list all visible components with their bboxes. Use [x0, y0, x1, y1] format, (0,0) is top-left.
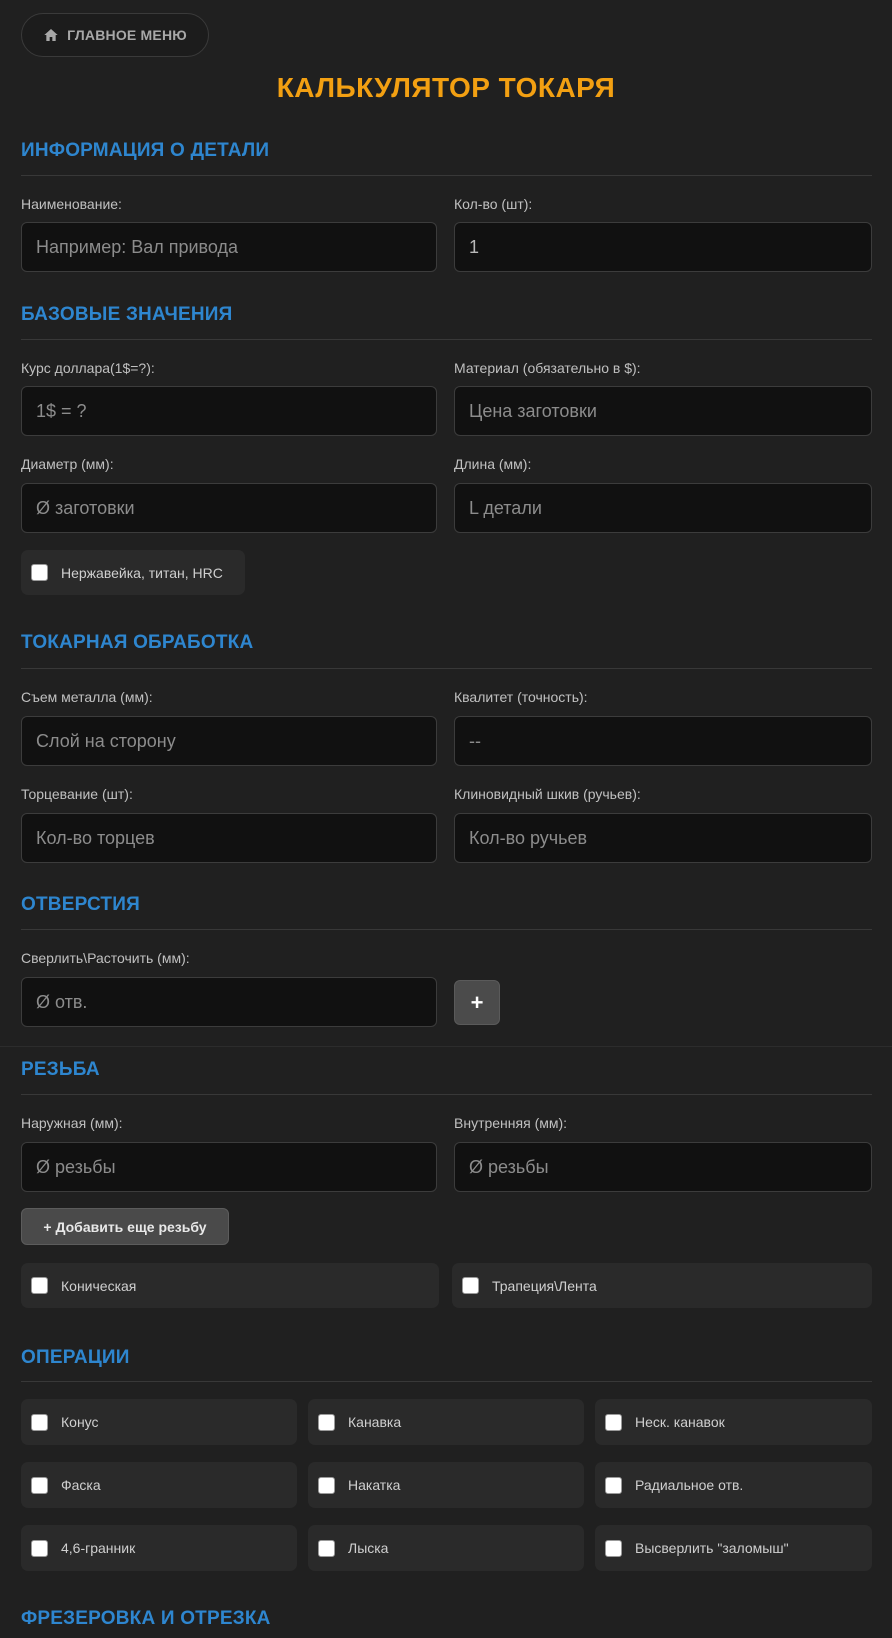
divider	[21, 929, 872, 930]
length-label: Длина (мм):	[454, 456, 532, 472]
inner-thread-input[interactable]	[454, 1142, 872, 1192]
checkbox-icon[interactable]	[605, 1539, 622, 1557]
operation-label: Конус	[61, 1414, 99, 1430]
operation-label: Накатка	[348, 1477, 401, 1493]
operation-label: Фаска	[61, 1477, 101, 1493]
diameter-input[interactable]	[21, 483, 437, 533]
drill-input[interactable]	[21, 977, 437, 1027]
qty-label: Кол-во (шт):	[454, 196, 533, 212]
operation-label: Лыска	[348, 1540, 389, 1556]
conical-thread-checkbox[interactable]: Коническая	[21, 1263, 439, 1308]
page-title: КАЛЬКУЛЯТОР ТОКАРЯ	[276, 72, 616, 103]
checkbox-icon[interactable]	[462, 1277, 479, 1294]
checkbox-icon[interactable]	[318, 1413, 335, 1431]
operation-checkbox[interactable]: Накатка	[308, 1462, 584, 1508]
operation-label: Канавка	[348, 1414, 402, 1430]
operation-checkbox[interactable]: Высверлить "заломыш"	[595, 1525, 872, 1571]
divider	[21, 175, 872, 176]
main-menu-button[interactable]: ГЛАВНОЕ МЕНЮ	[21, 13, 209, 57]
operation-checkbox[interactable]: Неск. канавок	[595, 1399, 872, 1445]
checkbox-icon[interactable]	[31, 1277, 48, 1294]
checkbox-icon[interactable]	[605, 1476, 622, 1494]
removal-label: Съем металла (мм):	[21, 689, 153, 705]
checkbox-icon[interactable]	[31, 1476, 48, 1494]
section-title-operations: ОПЕРАЦИИ	[21, 1347, 130, 1368]
section-title-info: ИНФОРМАЦИЯ О ДЕТАЛИ	[21, 140, 270, 161]
quality-label: Квалитет (точность):	[454, 689, 588, 705]
divider	[21, 1381, 872, 1382]
removal-input[interactable]	[21, 716, 437, 766]
checkbox-icon[interactable]	[31, 564, 48, 581]
checkbox-icon[interactable]	[318, 1539, 335, 1557]
trapezoid-thread-checkbox[interactable]: Трапеция\Лента	[452, 1263, 872, 1308]
section-title-thread: РЕЗЬБА	[21, 1059, 100, 1080]
operation-checkbox[interactable]: Лыска	[308, 1525, 584, 1571]
divider	[21, 1094, 872, 1095]
operation-checkbox[interactable]: Радиальное отв.	[595, 1462, 872, 1508]
add-thread-button[interactable]: + Добавить еще резьбу	[21, 1208, 229, 1245]
hard-material-label: Нержавейка, титан, HRC	[61, 564, 223, 581]
operation-checkbox[interactable]: Канавка	[308, 1399, 584, 1445]
conical-thread-label: Коническая	[61, 1277, 137, 1294]
divider	[21, 668, 872, 669]
operation-label: Неск. канавок	[635, 1414, 725, 1430]
facing-input[interactable]	[21, 813, 437, 863]
outer-thread-label: Наружная (мм):	[21, 1115, 123, 1131]
section-title-turning: ТОКАРНАЯ ОБРАБОТКА	[21, 632, 254, 653]
operation-checkbox[interactable]: Конус	[21, 1399, 297, 1445]
name-input[interactable]	[21, 222, 437, 272]
trapezoid-thread-label: Трапеция\Лента	[492, 1277, 597, 1294]
checkbox-icon[interactable]	[31, 1413, 48, 1431]
operation-label: 4,6-гранник	[61, 1540, 136, 1556]
qty-input[interactable]	[454, 222, 872, 272]
section-title-milling: ФРЕЗЕРОВКА И ОТРЕЗКА	[21, 1608, 271, 1629]
operation-checkbox[interactable]: 4,6-гранник	[21, 1525, 297, 1571]
length-input[interactable]	[454, 483, 872, 533]
drill-label: Сверлить\Расточить (мм):	[21, 950, 190, 966]
section-title-holes: ОТВЕРСТИЯ	[21, 894, 140, 915]
operation-label: Высверлить "заломыш"	[635, 1540, 789, 1556]
checkbox-icon[interactable]	[318, 1476, 335, 1494]
divider	[21, 339, 872, 340]
checkbox-icon[interactable]	[31, 1539, 48, 1557]
operation-checkbox[interactable]: Фаска	[21, 1462, 297, 1508]
operation-label: Радиальное отв.	[635, 1477, 744, 1493]
quality-select[interactable]: --	[454, 716, 872, 766]
pulley-label: Клиновидный шкив (ручьев):	[454, 786, 641, 802]
name-label: Наименование:	[21, 196, 122, 212]
rate-label: Курс доллара(1$=?):	[21, 360, 155, 376]
outer-thread-input[interactable]	[21, 1142, 437, 1192]
rate-input[interactable]	[21, 386, 437, 436]
home-icon	[44, 29, 58, 41]
pulley-input[interactable]	[454, 813, 872, 863]
material-input[interactable]	[454, 386, 872, 436]
section-title-base: БАЗОВЫЕ ЗНАЧЕНИЯ	[21, 304, 233, 325]
quality-value: --	[469, 730, 481, 751]
inner-thread-label: Внутренняя (мм):	[454, 1115, 568, 1131]
checkbox-icon[interactable]	[605, 1413, 622, 1431]
diameter-label: Диаметр (мм):	[21, 456, 114, 472]
hard-material-checkbox[interactable]: Нержавейка, титан, HRC	[21, 550, 245, 595]
facing-label: Торцевание (шт):	[21, 786, 133, 802]
divider	[0, 1046, 892, 1047]
add-hole-button[interactable]: +	[454, 980, 500, 1025]
main-menu-label: ГЛАВНОЕ МЕНЮ	[67, 27, 187, 43]
material-label: Материал (обязательно в $):	[454, 360, 641, 376]
